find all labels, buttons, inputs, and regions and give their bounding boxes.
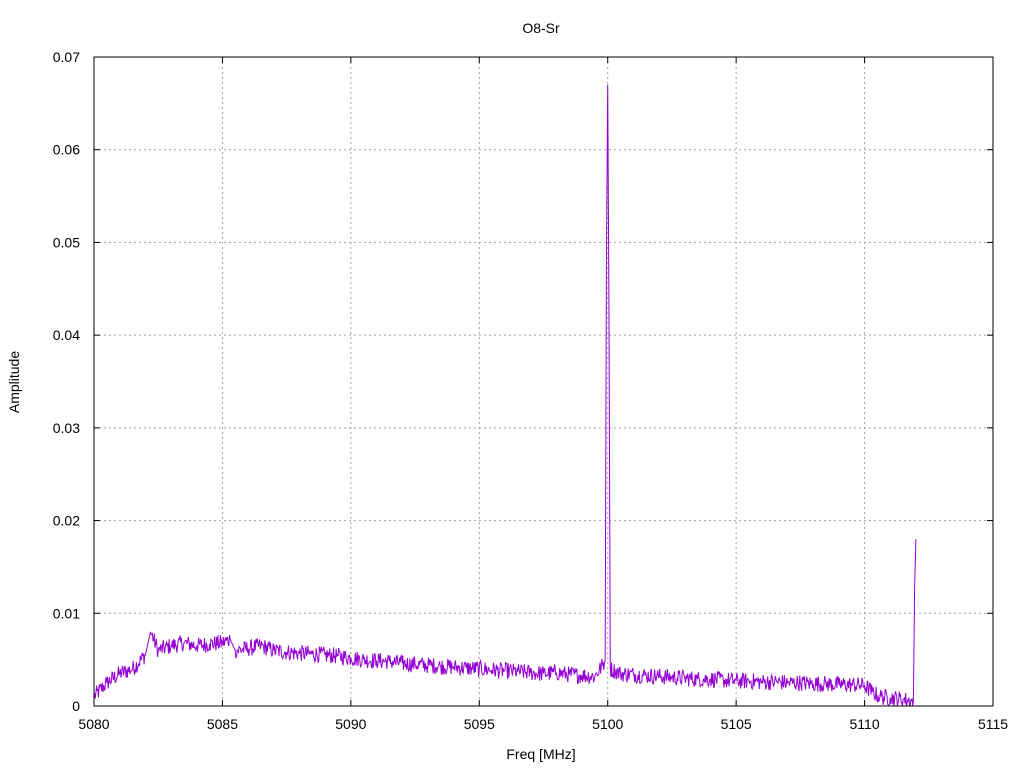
x-axis-label: Freq [MHz] — [506, 746, 575, 762]
y-tick-label: 0.06 — [53, 142, 80, 158]
y-axis-label: Amplitude — [6, 351, 22, 413]
x-tick-label: 5090 — [335, 716, 366, 732]
y-tick-label: 0.07 — [53, 49, 80, 65]
y-tick-label: 0.04 — [53, 327, 80, 343]
x-tick-label: 5105 — [721, 716, 752, 732]
x-tick-label: 5115 — [978, 716, 1008, 732]
y-tick-label: 0.01 — [53, 605, 80, 621]
y-tick-label: 0 — [72, 698, 80, 714]
chart-title: O8-Sr — [522, 20, 560, 36]
y-tick-label: 0.03 — [53, 420, 80, 436]
x-tick-label: 5080 — [78, 716, 109, 732]
x-tick-label: 5100 — [592, 716, 623, 732]
chart: 5080 5085 5090 5095 5100 5105 5110 5115 0 0.01 0.… — [0, 0, 1024, 768]
x-tick-label: 5085 — [207, 716, 238, 732]
y-tick-label: 0.02 — [53, 513, 80, 529]
x-tick-label: 5095 — [464, 716, 495, 732]
x-tick-label: 5110 — [850, 716, 880, 732]
chart-background — [0, 0, 1024, 768]
y-tick-label: 0.05 — [53, 234, 80, 250]
